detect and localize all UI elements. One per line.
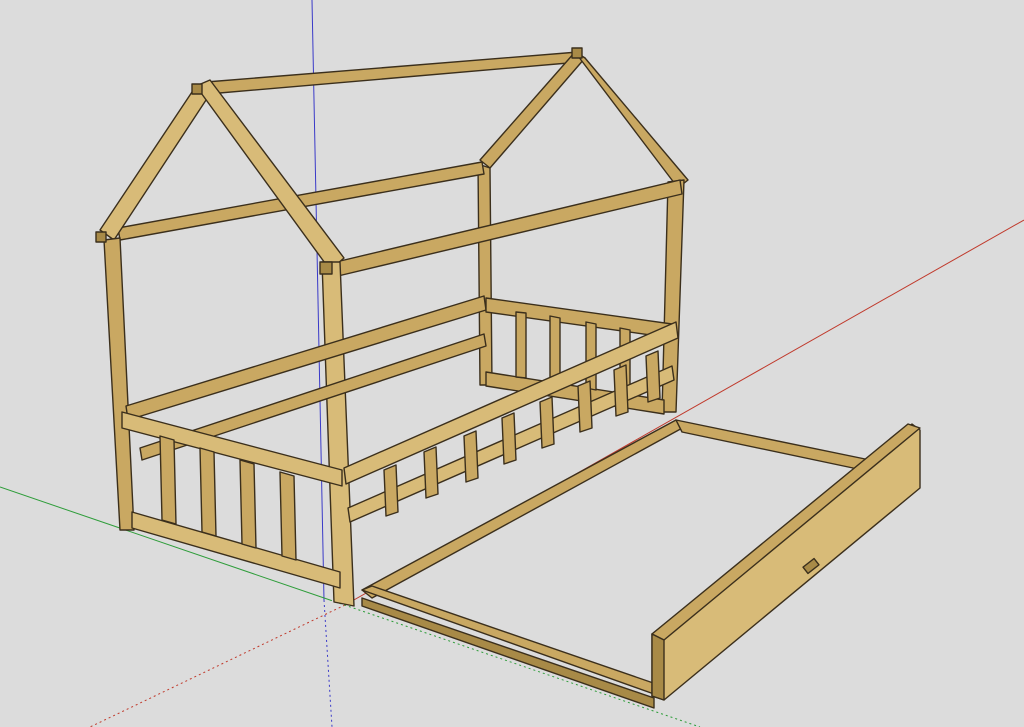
front-end-slat-2 bbox=[199, 447, 217, 537]
drawer-front-panel bbox=[651, 423, 921, 701]
front-left-post bbox=[103, 237, 135, 531]
front-side-slat-3 bbox=[463, 430, 479, 483]
front-end-slat-4 bbox=[279, 471, 297, 561]
z-axis bbox=[311, 0, 325, 601]
back-gable-right-rafter bbox=[574, 51, 689, 189]
joint-ridge-front bbox=[191, 83, 203, 95]
z-axis-dotted bbox=[323, 599, 333, 727]
joint-front-right-top bbox=[319, 261, 333, 275]
front-side-slat-2 bbox=[423, 446, 439, 499]
drawer-back-end bbox=[675, 419, 873, 473]
front-side-slat-8 bbox=[645, 350, 661, 403]
y-axis-dotted bbox=[329, 599, 701, 727]
back-left-post bbox=[477, 163, 493, 386]
joint-ridge-back bbox=[571, 47, 583, 59]
back-end-slat-1 bbox=[515, 311, 527, 379]
front-side-slat-7 bbox=[613, 364, 629, 417]
house-bed-frame[interactable] bbox=[95, 47, 689, 607]
x-axis-dotted bbox=[89, 604, 346, 727]
scene-canvas[interactable] bbox=[0, 0, 1024, 727]
back-end-slat-3 bbox=[585, 321, 597, 391]
drawer-left-end-face bbox=[361, 597, 655, 709]
joint-front-left-top bbox=[95, 231, 107, 243]
front-end-slat-3 bbox=[239, 459, 257, 549]
front-end-slat-1 bbox=[159, 435, 177, 525]
front-side-slat-6 bbox=[577, 380, 593, 433]
drawer-front-panel-end bbox=[651, 633, 665, 701]
back-end-top-rail bbox=[485, 297, 673, 339]
drawer-front-panel-top bbox=[651, 423, 921, 641]
front-end-bottom-rail bbox=[131, 511, 341, 589]
front-side-slat-1 bbox=[383, 464, 399, 517]
front-side-slat-5 bbox=[539, 396, 555, 449]
front-right-post bbox=[321, 261, 355, 607]
front-gable-right-rafter bbox=[195, 79, 345, 271]
modeling-viewport[interactable] bbox=[0, 0, 1024, 727]
upper-front-rail bbox=[335, 179, 683, 277]
ridge-beam bbox=[205, 51, 581, 95]
axes bbox=[0, 0, 1024, 727]
front-side-slat-4 bbox=[501, 412, 517, 465]
drawer-left-end bbox=[361, 585, 663, 695]
trundle-drawer[interactable] bbox=[361, 419, 921, 709]
